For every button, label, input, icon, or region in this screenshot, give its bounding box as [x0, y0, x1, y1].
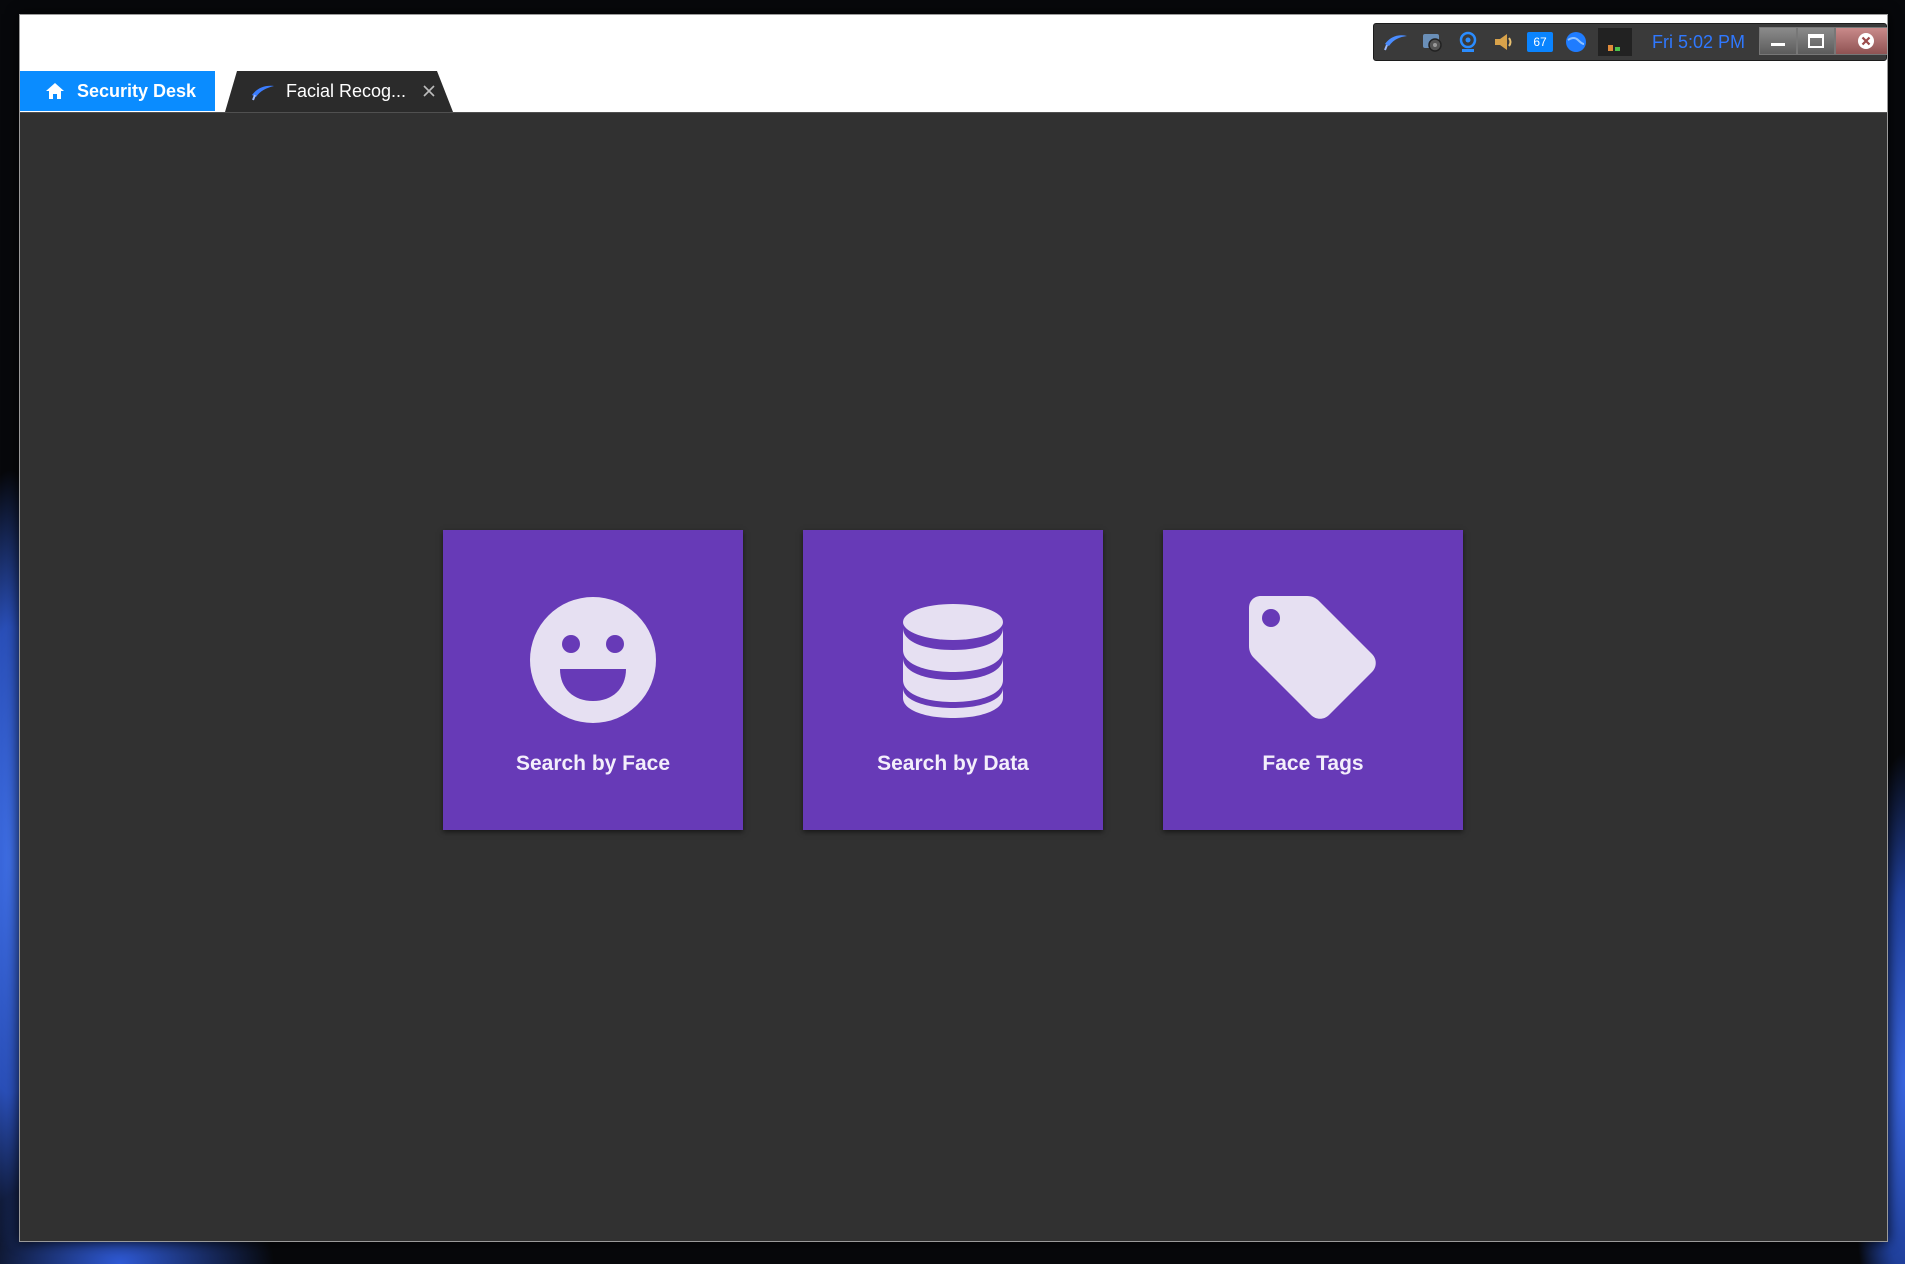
- globe-icon[interactable]: [1562, 28, 1590, 56]
- system-tray: 67 Fri 5:02 PM: [1373, 23, 1887, 61]
- face-tags-tile[interactable]: Face Tags: [1163, 530, 1463, 830]
- network-icon[interactable]: [1598, 28, 1632, 56]
- close-icon: [1858, 33, 1875, 49]
- monitor-icon[interactable]: [1418, 28, 1446, 56]
- system-clock: Fri 5:02 PM: [1652, 31, 1746, 52]
- tab-facial-recognition-label: Facial Recog...: [286, 81, 407, 101]
- camera-icon[interactable]: [1454, 28, 1482, 56]
- tab-security-desk-label: Security Desk: [77, 80, 197, 101]
- close-window-button[interactable]: [1835, 27, 1887, 55]
- tab-facial-recognition[interactable]: Facial Recog...: [225, 71, 455, 112]
- main-content: Search by Face Search by Data Face Tags: [20, 112, 1887, 1241]
- notification-count[interactable]: 67: [1526, 28, 1554, 56]
- search-by-data-tile[interactable]: Search by Data: [803, 530, 1103, 830]
- face-tags-label: Face Tags: [1262, 752, 1364, 775]
- app-logo-icon[interactable]: [1382, 28, 1410, 56]
- window-controls: [1759, 27, 1887, 57]
- tab-strip: Security Desk Facial Recog...: [20, 70, 1887, 112]
- maximize-button[interactable]: [1797, 27, 1836, 55]
- notification-count-value: 67: [1527, 32, 1553, 52]
- app-window: 67 Fri 5:02 PM Security Desk Facial Reco…: [19, 14, 1888, 1242]
- search-by-data-label: Search by Data: [877, 752, 1029, 775]
- search-by-face-tile[interactable]: Search by Face: [443, 530, 743, 830]
- speaker-icon[interactable]: [1490, 28, 1518, 56]
- tag-icon: [1249, 596, 1377, 724]
- app-logo-icon: [250, 83, 276, 101]
- smiley-face-icon: [529, 596, 657, 724]
- minimize-icon: [1771, 43, 1786, 46]
- database-icon: [889, 596, 1017, 724]
- tab-security-desk[interactable]: Security Desk: [20, 71, 215, 111]
- home-icon: [45, 82, 65, 100]
- tab-close-icon[interactable]: [421, 83, 437, 99]
- maximize-icon: [1808, 34, 1825, 48]
- search-by-face-label: Search by Face: [515, 752, 671, 775]
- minimize-button[interactable]: [1759, 27, 1798, 55]
- tile-grid: Search by Face Search by Data Face Tags: [443, 530, 1463, 830]
